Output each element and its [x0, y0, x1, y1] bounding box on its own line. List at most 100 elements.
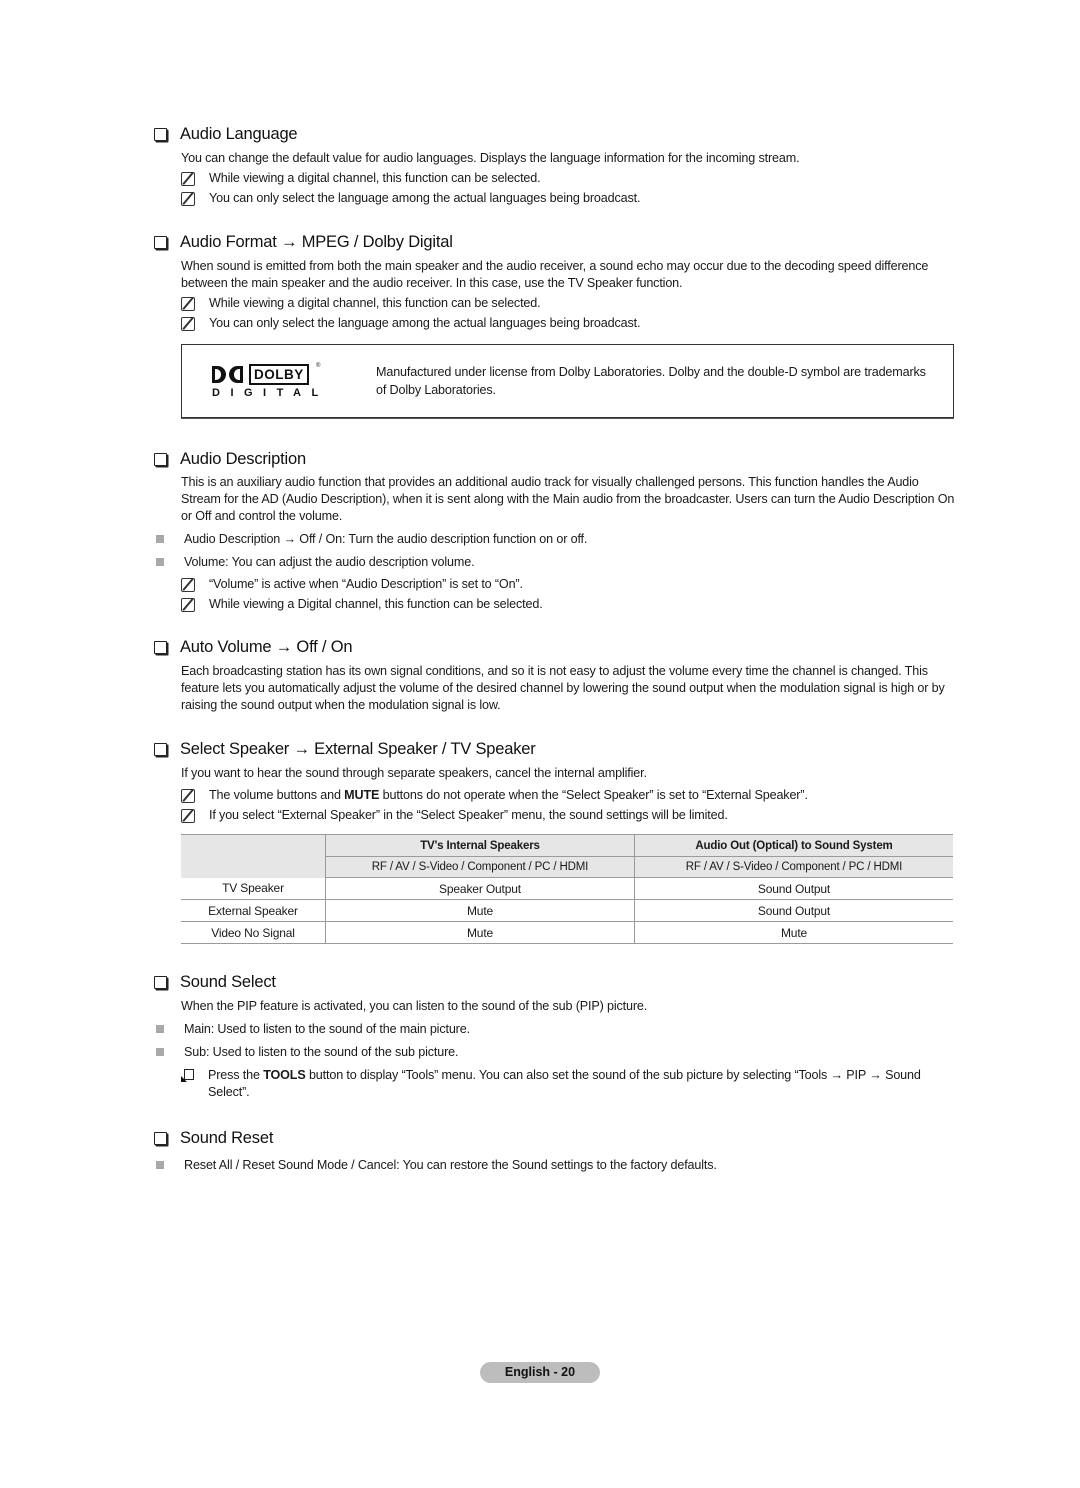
section-sound-reset: Sound Reset Reset All / Reset Sound Mode… — [153, 1127, 955, 1174]
bullet-item: Sub: Used to listen to the sound of the … — [153, 1044, 955, 1061]
section-heading: Sound Reset — [153, 1127, 955, 1149]
dolby-license-box: DOLBY ® DIGITAL Manufactured under licen… — [181, 344, 954, 418]
note-icon — [181, 598, 195, 612]
table-subheader-cell: RF / AV / S-Video / Component / PC / HDM… — [634, 856, 953, 878]
table-row: Video No Signal Mute Mute — [181, 921, 953, 944]
heading-text: Audio Format → MPEG / Dolby Digital — [180, 232, 453, 251]
digital-wordmark: DIGITAL — [212, 387, 329, 399]
table-cell: Mute — [634, 921, 953, 944]
bullet-item: Main: Used to listen to the sound of the… — [153, 1021, 955, 1038]
note-text: You can only select the language among t… — [209, 191, 641, 205]
square-bullet-icon — [156, 558, 164, 566]
registered-mark: ® — [316, 363, 321, 369]
bullet-text: Audio Description → Off / On: Turn the a… — [184, 532, 588, 546]
note-icon — [181, 809, 195, 823]
note: If you select “External Speaker” in the … — [181, 807, 955, 824]
table-row: External Speaker Mute Sound Output — [181, 899, 953, 922]
body-text: When sound is emitted from both the main… — [181, 259, 929, 290]
table-cell: Mute — [325, 899, 635, 922]
square-bullet-icon — [156, 535, 164, 543]
bullet-item: Volume: You can adjust the audio descrip… — [153, 554, 955, 571]
tools-note-text: Press the TOOLS button to display “Tools… — [208, 1068, 921, 1099]
note-icon — [181, 192, 195, 206]
note: While viewing a digital channel, this fu… — [181, 295, 955, 312]
note-icon — [181, 172, 195, 186]
checkbox-bullet-icon — [154, 235, 167, 249]
bullet-text: Volume: You can adjust the audio descrip… — [184, 555, 475, 569]
table-header-cell: TV's Internal Speakers — [325, 834, 635, 857]
note-text: The volume buttons and MUTE buttons do n… — [209, 788, 808, 802]
body-text: Each broadcasting station has its own si… — [181, 664, 945, 712]
note: While viewing a Digital channel, this fu… — [181, 596, 955, 613]
table-cell: Speaker Output — [325, 877, 635, 900]
tools-note: Press the TOOLS button to display “Tools… — [181, 1067, 955, 1101]
table-header-cell — [181, 834, 326, 878]
double-d-icon — [212, 366, 244, 383]
section-audio-description: Audio Description This is an auxiliary a… — [153, 448, 955, 613]
note-text: While viewing a Digital channel, this fu… — [209, 597, 543, 611]
section-select-speaker: Select Speaker → External Speaker / TV S… — [153, 738, 955, 824]
heading-text: Auto Volume → Off / On — [180, 637, 353, 656]
note-icon — [181, 297, 195, 311]
heading-text: Sound Select — [180, 972, 276, 991]
note: The volume buttons and MUTE buttons do n… — [181, 787, 955, 804]
section-heading: Select Speaker → External Speaker / TV S… — [153, 738, 955, 760]
section-heading: Audio Format → MPEG / Dolby Digital — [153, 231, 955, 253]
checkbox-bullet-icon — [154, 975, 167, 989]
note-icon — [181, 789, 195, 803]
body-text: When the PIP feature is activated, you c… — [181, 999, 648, 1013]
dolby-wordmark: DOLBY — [249, 364, 309, 385]
body-text: If you want to hear the sound through se… — [181, 766, 647, 780]
note-text: While viewing a digital channel, this fu… — [209, 171, 541, 185]
checkbox-bullet-icon — [154, 742, 167, 756]
section-audio-format: Audio Format → MPEG / Dolby Digital When… — [153, 231, 955, 332]
table-cell: Sound Output — [634, 877, 953, 900]
tools-icon — [181, 1069, 194, 1082]
table-header-row: TV's Internal Speakers Audio Out (Optica… — [181, 834, 953, 878]
dolby-license-text: Manufactured under license from Dolby La… — [376, 365, 926, 397]
section-heading: Audio Description — [153, 448, 955, 470]
checkbox-bullet-icon — [154, 127, 167, 141]
body-text: This is an auxiliary audio function that… — [181, 475, 955, 523]
section-heading: Audio Language — [153, 123, 955, 145]
checkbox-bullet-icon — [154, 1131, 167, 1145]
heading-text: Audio Language — [180, 124, 298, 143]
heading-text: Select Speaker → External Speaker / TV S… — [180, 739, 536, 758]
note: You can only select the language among t… — [181, 315, 955, 332]
table-row: TV Speaker Speaker Output Sound Output — [181, 877, 953, 900]
dolby-digital-logo: DOLBY ® DIGITAL — [212, 363, 322, 403]
checkbox-bullet-icon — [154, 640, 167, 654]
section-heading: Sound Select — [153, 971, 955, 993]
section-sound-select: Sound Select When the PIP feature is act… — [153, 971, 955, 1101]
note-text: While viewing a digital channel, this fu… — [209, 296, 541, 310]
table-subheader-cell: RF / AV / S-Video / Component / PC / HDM… — [325, 856, 635, 878]
bullet-item: Reset All / Reset Sound Mode / Cancel: Y… — [153, 1157, 955, 1174]
note-icon — [181, 578, 195, 592]
table-cell: Sound Output — [634, 899, 953, 922]
heading-text: Sound Reset — [180, 1128, 274, 1147]
heading-text: Audio Description — [180, 449, 306, 468]
bullet-item: Audio Description → Off / On: Turn the a… — [153, 531, 955, 548]
table-header-cell: Audio Out (Optical) to Sound System — [634, 834, 953, 857]
table-cell: Video No Signal — [181, 921, 326, 944]
note-text: If you select “External Speaker” in the … — [209, 808, 728, 822]
table-cell: Mute — [325, 921, 635, 944]
section-heading: Auto Volume → Off / On — [153, 636, 955, 658]
note: “Volume” is active when “Audio Descripti… — [181, 576, 955, 593]
checkbox-bullet-icon — [154, 452, 167, 466]
page-number-label: English - 20 — [480, 1362, 600, 1383]
note-text: “Volume” is active when “Audio Descripti… — [209, 577, 523, 591]
note: You can only select the language among t… — [181, 190, 955, 207]
bullet-text: Reset All / Reset Sound Mode / Cancel: Y… — [184, 1158, 717, 1172]
note-text: You can only select the language among t… — [209, 316, 641, 330]
bullet-text: Main: Used to listen to the sound of the… — [184, 1022, 470, 1036]
section-auto-volume: Auto Volume → Off / On Each broadcasting… — [153, 636, 955, 714]
note: While viewing a digital channel, this fu… — [181, 170, 955, 187]
body-text: You can change the default value for aud… — [181, 151, 800, 165]
square-bullet-icon — [156, 1161, 164, 1169]
square-bullet-icon — [156, 1048, 164, 1056]
table-cell: TV Speaker — [181, 877, 326, 900]
section-audio-language: Audio Language You can change the defaul… — [153, 123, 955, 207]
bullet-text: Sub: Used to listen to the sound of the … — [184, 1045, 459, 1059]
square-bullet-icon — [156, 1025, 164, 1033]
